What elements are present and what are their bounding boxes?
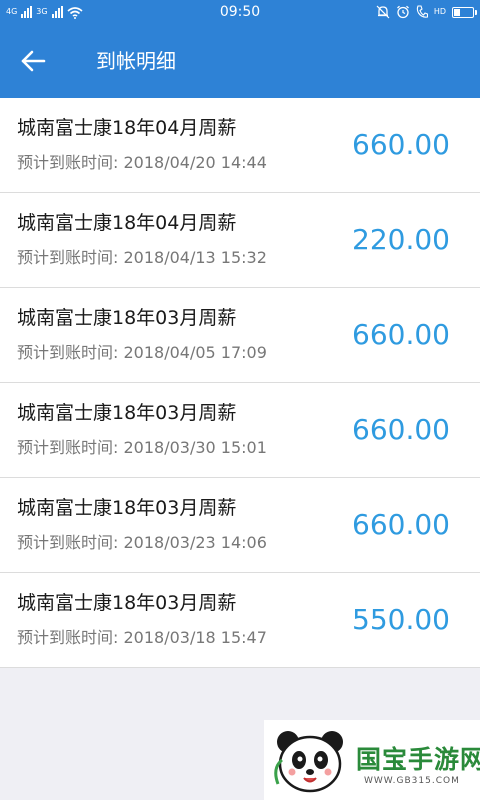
record-expected-time: 预计到账时间: 2018/03/18 15:47: [17, 628, 267, 647]
arrow-left-icon: [21, 50, 46, 72]
phone-icon: [416, 5, 428, 18]
panda-logo-icon: [274, 731, 343, 793]
alarm-icon: [396, 5, 409, 19]
record-title: 城南富士康18年04月周薪: [17, 212, 237, 234]
record-expected-time: 预计到账时间: 2018/03/23 14:06: [17, 533, 267, 552]
list-item[interactable]: 城南富士康18年04月周薪 预计到账时间: 2018/04/13 15:32 2…: [0, 193, 480, 288]
record-title: 城南富士康18年03月周薪: [17, 402, 237, 424]
record-expected-time: 预计到账时间: 2018/04/05 17:09: [17, 343, 267, 362]
list-item[interactable]: 城南富士康18年04月周薪 预计到账时间: 2018/04/20 14:44 6…: [0, 98, 480, 193]
payment-record-list: 城南富士康18年04月周薪 预计到账时间: 2018/04/20 14:44 6…: [0, 98, 480, 668]
record-expected-time: 预计到账时间: 2018/04/13 15:32: [17, 248, 267, 267]
battery-level: [454, 8, 460, 16]
record-amount: 660.00: [352, 128, 450, 161]
list-item[interactable]: 城南富士康18年03月周薪 预计到账时间: 2018/04/05 17:09 6…: [0, 288, 480, 383]
hd-label: HD: [433, 7, 446, 16]
record-title: 城南富士康18年03月周薪: [17, 497, 237, 519]
record-expected-time: 预计到账时间: 2018/03/30 15:01: [17, 438, 267, 457]
record-amount: 550.00: [352, 603, 450, 636]
record-amount: 660.00: [352, 318, 450, 351]
watermark-brand: 国宝手游网: [356, 745, 480, 774]
list-item[interactable]: 城南富士康18年03月周薪 预计到账时间: 2018/03/23 14:06 6…: [0, 478, 480, 573]
list-item[interactable]: 城南富士康18年03月周薪 预计到账时间: 2018/03/30 15:01 6…: [0, 383, 480, 478]
battery-icon: [452, 6, 477, 18]
status-right: HD: [376, 3, 477, 21]
record-title: 城南富士康18年04月周薪: [17, 117, 237, 139]
back-button[interactable]: [12, 40, 54, 82]
watermark-logo: 国宝手游网 WWW.GB315.COM: [264, 720, 480, 800]
list-item[interactable]: 城南富士康18年03月周薪 预计到账时间: 2018/03/18 15:47 5…: [0, 573, 480, 668]
record-expected-time: 预计到账时间: 2018/04/20 14:44: [17, 153, 267, 172]
record-amount: 220.00: [352, 223, 450, 256]
status-bar: 4G 3G 09:50 HD: [0, 0, 480, 24]
app-header: 到帐明细: [0, 24, 480, 98]
record-title: 城南富士康18年03月周薪: [17, 592, 237, 614]
watermark-url: WWW.GB315.COM: [364, 776, 460, 786]
bell-mute-icon: [376, 5, 390, 19]
record-amount: 660.00: [352, 508, 450, 541]
record-amount: 660.00: [352, 413, 450, 446]
record-title: 城南富士康18年03月周薪: [17, 307, 237, 329]
page-title: 到帐明细: [96, 49, 176, 73]
